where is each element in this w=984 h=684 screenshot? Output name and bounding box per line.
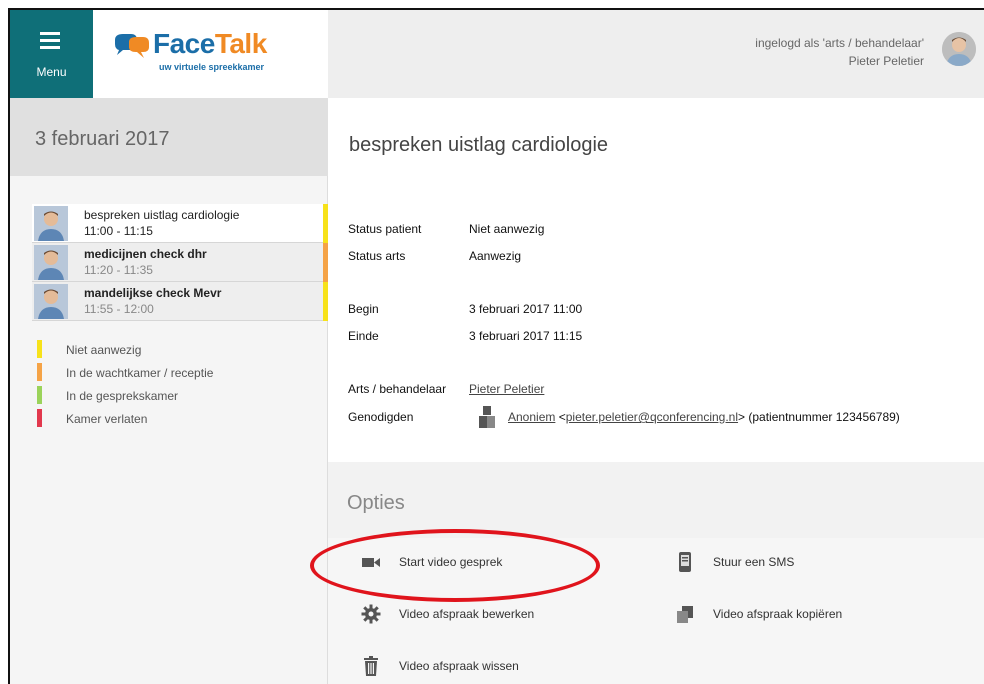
start-video-label: Start video gesprek [399,555,503,569]
top-bar: Menu FaceTalk uw virtuele spreekkamer in… [10,10,984,98]
begin-label: Begin [348,302,379,316]
appointment-avatar [34,284,68,319]
legend-swatch [37,340,42,358]
brand-face: Face [153,28,215,59]
menu-button[interactable]: Menu [10,10,93,98]
legend-label: Kamer verlaten [66,412,148,426]
brand-name: FaceTalk [153,28,267,60]
menu-label: Menu [36,65,67,79]
status-arts-value: Aanwezig [469,249,522,263]
appointment-item[interactable]: medicijnen check dhr 11:20 - 11:35 [32,243,328,282]
date-header: 3 februari 2017 [10,98,328,176]
appointment-title: bespreken uistlag cardiologie [84,208,240,222]
einde-label: Einde [348,329,379,343]
appointment-item[interactable]: bespreken uistlag cardiologie 11:00 - 11… [32,204,328,243]
legend-label: In de wachtkamer / receptie [66,366,214,380]
status-arts-label: Status arts [348,249,406,263]
delete-appointment-button[interactable]: Video afspraak wissen [361,646,661,684]
genodigden-label: Genodigden [348,410,414,424]
legend-swatch [37,409,42,427]
appointment-title: medicijnen check dhr [84,247,207,261]
logged-in-user: Pieter Peletier [848,54,924,68]
brand-talk: Talk [214,28,267,59]
guest-name-link[interactable]: Anoniem [508,410,555,424]
appointment-time: 11:00 - 11:15 [84,224,153,238]
einde-value: 3 februari 2017 11:15 [469,329,583,343]
edit-appointment-label: Video afspraak bewerken [399,607,535,621]
gear-icon [361,604,381,624]
delete-appointment-label: Video afspraak wissen [399,659,519,673]
arts-link[interactable]: Pieter Peletier [469,382,544,396]
send-sms-button[interactable]: Stuur een SMS [675,542,975,582]
logo-area: Menu FaceTalk uw virtuele spreekkamer [10,10,328,98]
appointment-avatar [34,206,68,241]
legend-swatch [37,363,42,381]
appointment-details: bespreken uistlag cardiologie Status pat… [328,98,984,684]
legend-label: In de gesprekskamer [66,389,179,403]
person-photo-icon [34,206,68,241]
brand-tagline: uw virtuele spreekkamer [159,62,265,72]
appointment-item[interactable]: mandelijkse check Mevr 11:55 - 12:00 [32,282,328,321]
guest-person-icon [479,406,495,428]
logged-in-role: ingelogd als 'arts / behandelaar' [755,36,924,50]
guest-email-link[interactable]: pieter.peletier@qconferencing.nl [566,410,738,424]
user-info: ingelogd als 'arts / behandelaar' Pieter… [755,34,924,70]
status-patient-value: Niet aanwezig [469,222,545,236]
app-window: Menu FaceTalk uw virtuele spreekkamer in… [8,8,984,684]
facetalk-logo: FaceTalk uw virtuele spreekkamer [111,28,311,80]
person-photo-icon [34,284,68,319]
status-patient-label: Status patient [348,222,422,236]
guest-patient-number: > (patientnummer 123456789) [738,410,900,424]
copy-appointment-button[interactable]: Video afspraak kopiëren [675,594,975,634]
copy-appointment-label: Video afspraak kopiëren [713,607,843,621]
person-photo-icon [34,245,68,280]
date-label: 3 februari 2017 [35,128,170,150]
send-sms-label: Stuur een SMS [713,555,795,569]
appointment-avatar [34,245,68,280]
avatar-person-icon [942,32,976,66]
appointment-title: mandelijkse check Mevr [84,286,222,300]
start-video-button[interactable]: Start video gesprek [361,542,661,582]
copy-icon [677,606,693,623]
trash-icon [364,656,378,676]
page-title: bespreken uistlag cardiologie [349,134,609,156]
appointment-time: 11:20 - 11:35 [84,263,153,277]
legend-label: Niet aanwezig [66,343,142,357]
legend-swatch [37,386,42,404]
hamburger-icon [40,32,60,53]
begin-value: 3 februari 2017 11:00 [469,302,583,316]
video-camera-icon [362,558,380,567]
phone-icon [679,552,691,572]
options-title: Opties [347,492,405,514]
arts-label: Arts / behandelaar [348,382,447,396]
user-avatar[interactable] [942,32,976,66]
options-section: Opties Start video gesprek Stuur een SMS… [328,462,984,684]
speech-bubbles-icon [115,34,149,58]
guest-info: Anoniem <pieter.peletier@qconferencing.n… [508,410,900,424]
appointment-time: 11:55 - 12:00 [84,302,154,316]
sidebar: 3 februari 2017 bespreken uistlag cardio… [10,98,328,684]
edit-appointment-button[interactable]: Video afspraak bewerken [361,594,661,634]
guest-email-open: < [558,410,566,424]
options-list: Start video gesprek Stuur een SMS Video … [328,538,984,684]
